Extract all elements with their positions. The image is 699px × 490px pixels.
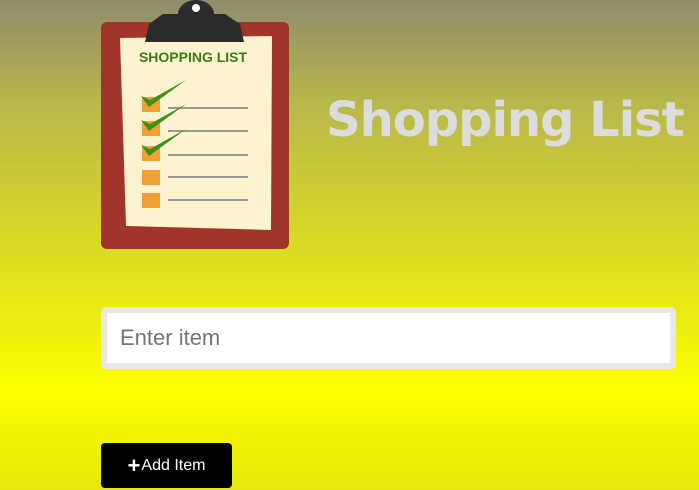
logo-heading: SHOPPING LIST — [139, 49, 248, 65]
add-item-label: Add Item — [141, 456, 206, 474]
plus-icon: + — [127, 452, 141, 478]
item-input-container — [101, 307, 676, 369]
item-input[interactable] — [107, 313, 670, 363]
shopping-list-logo: SHOPPING LIST — [101, 0, 289, 249]
page-title: Shopping List — [326, 92, 685, 148]
add-item-button[interactable]: + Add Item — [101, 443, 232, 488]
